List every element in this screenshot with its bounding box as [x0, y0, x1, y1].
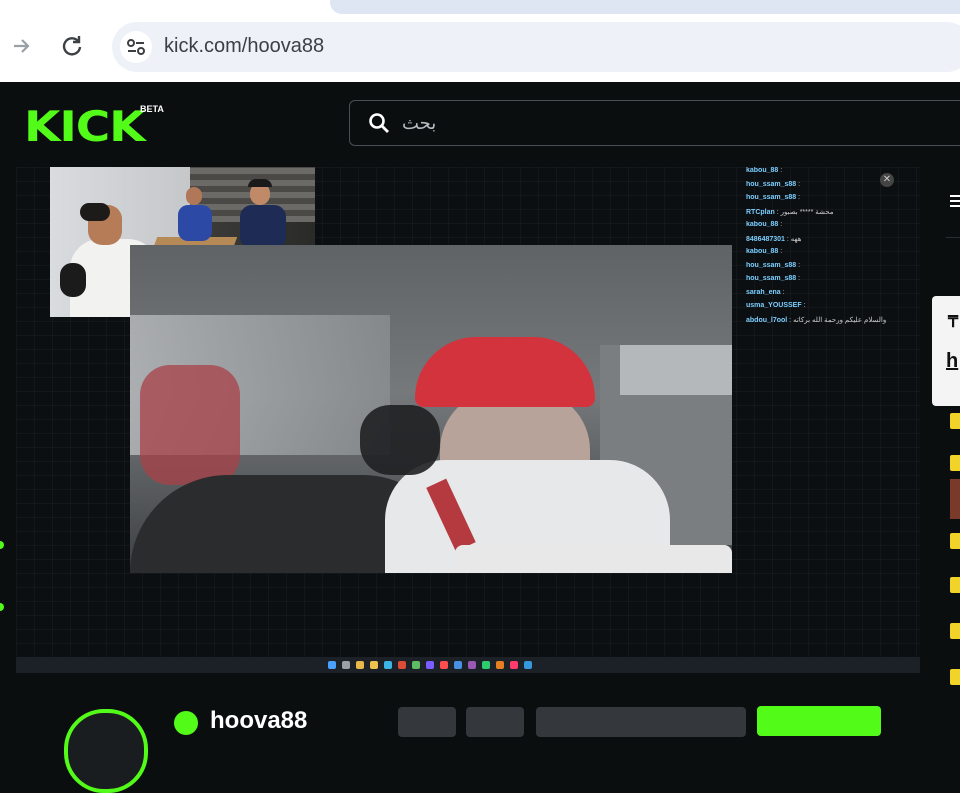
- chat-sidebar: [920, 167, 960, 720]
- chrome-icon: [398, 661, 406, 669]
- chat-message: kabou_88 :: [746, 221, 783, 228]
- explorer-icon: [370, 661, 378, 669]
- verified-icon: [174, 711, 198, 735]
- windows-icon: [328, 661, 336, 669]
- search-input[interactable]: بحث: [349, 100, 960, 146]
- chat-message: hou_ssam_s88 :: [746, 261, 801, 269]
- app-icon: [412, 661, 420, 669]
- follow-button[interactable]: [757, 706, 881, 736]
- stream-chat-overlay: kabou_88 : hou_ssam_s88 : hou_ssam_s88 :…: [746, 167, 916, 339]
- live-indicator-icon: [0, 541, 4, 549]
- chat-username: hou_ssam_s88: [746, 275, 797, 282]
- user-badge-icon: [950, 533, 960, 549]
- tooltip-card: ₸ h: [932, 296, 960, 406]
- app-icon: [440, 661, 448, 669]
- chat-message: hou_ssam_s88 :: [746, 275, 801, 282]
- tab-strip: [330, 0, 960, 14]
- user-badge-icon: [950, 413, 960, 429]
- close-icon[interactable]: ✕: [880, 173, 894, 187]
- chat-username: hou_ssam_s88: [746, 180, 797, 188]
- app-icon: [524, 661, 532, 669]
- user-badge-icon: [950, 669, 960, 685]
- edge-icon: [384, 661, 392, 669]
- address-bar[interactable]: kick.com/hoova88: [112, 22, 960, 72]
- folder-icon: [356, 661, 364, 669]
- video-clip: [130, 245, 732, 573]
- app-icon: [482, 661, 490, 669]
- app-icon: [510, 661, 518, 669]
- menu-icon[interactable]: [950, 193, 960, 214]
- search-icon: [342, 661, 350, 669]
- live-indicator-icon: [0, 603, 4, 611]
- chat-message: RTCplan : محشة ***** بصبور: [746, 208, 834, 216]
- divider: [946, 237, 960, 238]
- search-placeholder: بحث: [402, 113, 437, 133]
- chat-username: kabou_88: [746, 248, 779, 255]
- app-icon: [496, 661, 504, 669]
- gift-button[interactable]: [398, 707, 456, 737]
- chat-username: hou_ssam_s88: [746, 261, 797, 269]
- chat-username: kabou_88: [746, 167, 779, 174]
- channel-name[interactable]: hoova88: [210, 707, 307, 735]
- chat-text: ههه: [790, 235, 802, 243]
- browser-toolbar: kick.com/hoova88: [0, 0, 960, 82]
- app-icon: [468, 661, 476, 669]
- chat-username: abdou_l7ool: [746, 316, 788, 324]
- chat-message: sarah_ena :: [746, 288, 785, 296]
- chat-username: usma_YOUSSEF: [746, 302, 802, 309]
- chat-message: kabou_88 :: [746, 248, 783, 255]
- chat-username: hou_ssam_s88: [746, 194, 797, 201]
- url-text[interactable]: kick.com/hoova88: [164, 35, 324, 58]
- chat-message: 8486487301 : ههه: [746, 235, 802, 243]
- chat-text: والسلام عليكم ورحمة الله بركاته: [793, 316, 887, 324]
- user-badge-icon: [950, 577, 960, 593]
- reload-icon[interactable]: [56, 30, 88, 62]
- user-badge-icon: [950, 455, 960, 471]
- forward-icon[interactable]: [6, 30, 38, 62]
- chat-username: kabou_88: [746, 221, 779, 228]
- subscribe-button[interactable]: [536, 707, 746, 737]
- tooltip-link[interactable]: h: [946, 350, 958, 373]
- tooltip-glyph: ₸: [948, 314, 959, 331]
- taskbar: [16, 657, 920, 673]
- user-badge-icon: [950, 623, 960, 639]
- site-info-icon[interactable]: [120, 31, 152, 63]
- channel-info-bar: hoova88: [0, 673, 920, 793]
- beta-badge: BETA: [140, 104, 164, 114]
- chat-text: محشة ***** بصبور: [780, 208, 834, 216]
- video-player[interactable]: kabou_88 : hou_ssam_s88 : hou_ssam_s88 :…: [16, 167, 920, 673]
- emote-image: [950, 479, 960, 519]
- chat-username: RTCplan: [746, 208, 775, 216]
- kick-logo[interactable]: KICK: [24, 102, 146, 151]
- search-icon: [369, 113, 389, 133]
- app-icon: [454, 661, 462, 669]
- chat-message: hou_ssam_s88 :: [746, 194, 801, 201]
- app-icon: [426, 661, 434, 669]
- chat-message: usma_YOUSSEF :: [746, 302, 806, 309]
- channel-avatar[interactable]: [64, 709, 148, 793]
- chat-username: 8486487301: [746, 235, 785, 243]
- chat-username: sarah_ena: [746, 288, 781, 296]
- chat-message: abdou_l7ool : والسلام عليكم ورحمة الله ب…: [746, 316, 887, 324]
- site-header: KICK BETA بحث: [0, 82, 960, 167]
- share-button[interactable]: [466, 707, 524, 737]
